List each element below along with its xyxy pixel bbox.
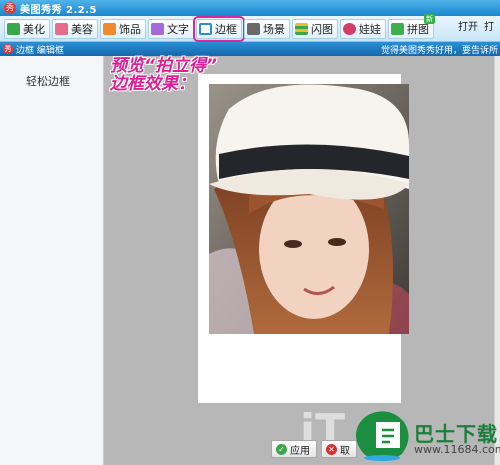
vertical-scrollbar[interactable] xyxy=(494,56,500,465)
tab-label: 场景 xyxy=(263,22,285,36)
app-title: 美图秀秀 2.2.5 xyxy=(20,4,97,16)
tab-label: 文字 xyxy=(167,22,189,36)
face-icon xyxy=(55,22,68,35)
tab-doll[interactable]: 娃娃 xyxy=(340,18,386,39)
sidebar-item-easy-frame[interactable]: 轻松边框 xyxy=(26,73,70,89)
frame-section-icon: 秀 xyxy=(3,44,13,54)
text-icon xyxy=(151,22,164,35)
action-buttons: ✓ 应用 ✕ 取 xyxy=(271,440,357,458)
left-panel: 轻松边框 xyxy=(0,56,104,465)
image-icon xyxy=(7,22,20,35)
main-toolbar: 美化 美容 饰品 文字 边框 场景 闪图 娃娃 拼图 新 xyxy=(0,13,500,42)
tab-label: 美容 xyxy=(71,22,93,36)
close-icon: ✕ xyxy=(326,443,337,455)
tab-beautify[interactable]: 美化 xyxy=(4,18,50,39)
open2-button[interactable]: 打 xyxy=(484,18,494,33)
tab-label: 饰品 xyxy=(119,22,141,36)
apply-button[interactable]: ✓ 应用 xyxy=(271,440,317,458)
photo-preview xyxy=(209,84,409,334)
preview-annotation: 预览“拍立得” 边框效果： xyxy=(110,57,217,93)
heart-icon xyxy=(103,22,116,35)
tab-scene[interactable]: 场景 xyxy=(244,18,290,39)
cancel-label: 取 xyxy=(340,445,350,457)
site-url: www.11684.com xyxy=(414,443,500,456)
doll-icon xyxy=(343,22,356,35)
tab-text[interactable]: 文字 xyxy=(148,18,194,39)
scene-icon xyxy=(247,22,260,35)
apply-label: 应用 xyxy=(290,445,310,457)
tab-accessories[interactable]: 饰品 xyxy=(100,18,146,39)
app-icon: 秀 xyxy=(4,2,16,14)
tab-label: 闪图 xyxy=(311,22,333,36)
tab-puzzle[interactable]: 拼图 新 xyxy=(388,13,435,39)
tab-label: 娃娃 xyxy=(359,22,381,36)
sub-header: 秀 边框 编辑框 觉得美图秀秀好用，要告诉所 xyxy=(0,42,500,56)
promo-text[interactable]: 觉得美图秀秀好用，要告诉所 xyxy=(381,43,498,56)
tab-frame[interactable]: 边框 xyxy=(193,15,245,42)
tab-beauty[interactable]: 美容 xyxy=(52,18,98,39)
breadcrumb: 边框 编辑框 xyxy=(16,45,64,56)
annotation-line1: 预览“拍立得” xyxy=(110,56,217,76)
check-icon: ✓ xyxy=(276,443,287,455)
puzzle-icon xyxy=(391,22,404,35)
tab-label: 美化 xyxy=(23,22,45,36)
photo-image xyxy=(209,84,409,334)
open-button[interactable]: 打开 xyxy=(458,18,478,33)
open-group: 打开 打 xyxy=(458,18,494,33)
flash-icon xyxy=(295,22,308,35)
frame-icon xyxy=(199,22,212,35)
new-badge: 新 xyxy=(424,13,435,24)
annotation-line2: 边框效果： xyxy=(110,74,195,94)
tab-flash[interactable]: 闪图 xyxy=(292,18,338,39)
tab-label: 边框 xyxy=(215,22,237,36)
